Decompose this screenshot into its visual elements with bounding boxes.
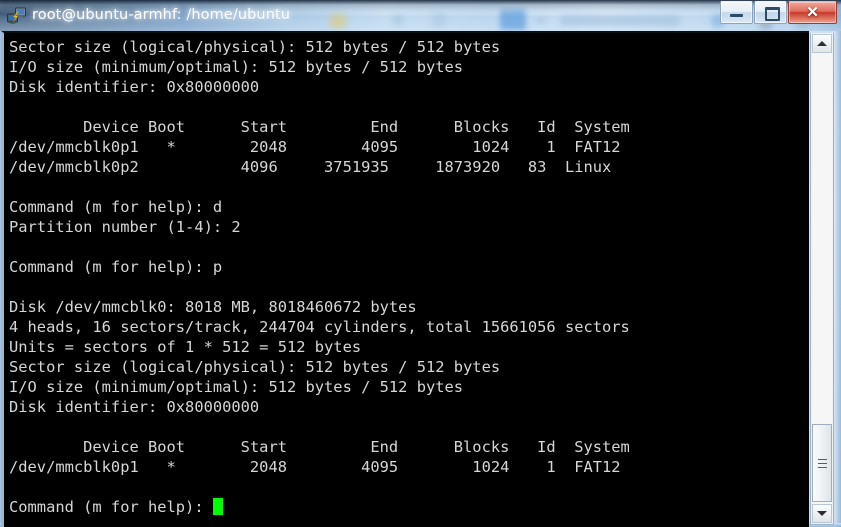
close-icon: ✕ — [806, 4, 819, 21]
terminal-line: 4 heads, 16 sectors/track, 244704 cylind… — [9, 318, 630, 336]
minimize-button[interactable] — [720, 1, 753, 24]
minimize-icon — [730, 14, 743, 17]
maximize-button[interactable] — [754, 1, 787, 24]
terminal-line: /dev/mmcblk0p1 * 2048 4095 1024 1 FAT12 — [9, 138, 621, 156]
grip-line — [817, 458, 827, 460]
terminal-scrollbar[interactable] — [810, 33, 834, 525]
terminal-line: Disk identifier: 0x80000000 — [9, 398, 260, 416]
scroll-up-arrow-icon — [817, 41, 827, 46]
terminal-line: Device Boot Start End Blocks Id System — [9, 118, 630, 136]
scroll-down-button[interactable] — [812, 504, 832, 523]
scroll-up-button[interactable] — [812, 34, 832, 53]
terminal-line: /dev/mmcblk0p1 * 2048 4095 1024 1 FAT12 — [9, 458, 621, 476]
terminal-line: Partition number (1-4): 2 — [9, 218, 241, 236]
terminal-line: Disk /dev/mmcblk0: 8018 MB, 8018460672 b… — [9, 298, 417, 316]
window-controls: ✕ — [719, 1, 837, 24]
putty-icon — [7, 7, 26, 24]
scroll-down-arrow-icon — [817, 511, 827, 516]
maximize-icon — [765, 7, 780, 21]
terminal-panel[interactable]: Sector size (logical/physical): 512 byte… — [1, 31, 809, 527]
grip-line — [817, 462, 827, 464]
close-button[interactable]: ✕ — [788, 1, 837, 24]
terminal-line: I/O size (minimum/optimal): 512 bytes / … — [9, 378, 464, 396]
window-frame-right — [835, 31, 841, 527]
terminal-line: Command (m for help): — [9, 497, 809, 517]
putty-window: root@ubuntu-armhf: /home/ubuntu ✕ Sector… — [0, 0, 841, 527]
terminal-line: Sector size (logical/physical): 512 byte… — [9, 38, 501, 56]
terminal-line: Command (m for help): p — [9, 258, 223, 276]
terminal-line: /dev/mmcblk0p2 4096 3751935 1873920 83 L… — [9, 158, 612, 176]
window-titlebar[interactable]: root@ubuntu-armhf: /home/ubuntu ✕ — [0, 0, 841, 31]
terminal-line: Sector size (logical/physical): 512 byte… — [9, 358, 501, 376]
terminal-cursor — [212, 498, 223, 515]
terminal-line: Disk identifier: 0x80000000 — [9, 78, 260, 96]
grip-line — [817, 466, 827, 468]
window-body: Sector size (logical/physical): 512 byte… — [0, 31, 841, 527]
scrollbar-thumb[interactable] — [812, 424, 832, 502]
terminal-screen[interactable]: Sector size (logical/physical): 512 byte… — [4, 37, 809, 527]
window-title: root@ubuntu-armhf: /home/ubuntu — [32, 7, 291, 23]
terminal-line: I/O size (minimum/optimal): 512 bytes / … — [9, 58, 464, 76]
terminal-line: Device Boot Start End Blocks Id System — [9, 438, 630, 456]
terminal-line: Units = sectors of 1 * 512 = 512 bytes — [9, 338, 362, 356]
terminal-line: Command (m for help): d — [9, 198, 223, 216]
